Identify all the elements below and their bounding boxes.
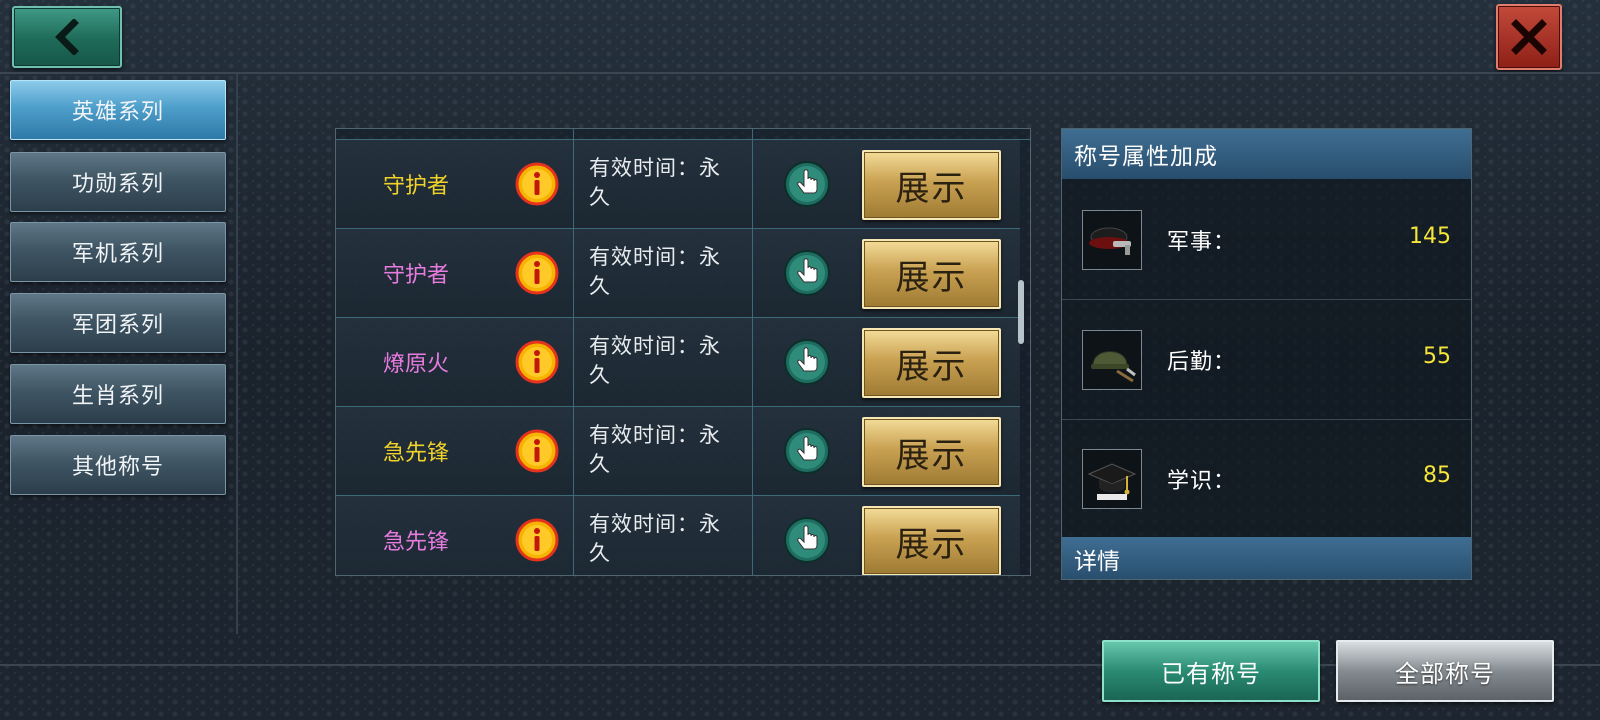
show-button[interactable]: 展示 bbox=[862, 417, 1001, 487]
attribute-row-military: 军事： 145 bbox=[1062, 180, 1471, 300]
sidebar-item-label: 功勋系列 bbox=[71, 172, 164, 197]
title-name: 守护者 bbox=[382, 263, 449, 288]
attribute-value: 145 bbox=[1409, 224, 1451, 249]
title-list[interactable]: 守护者 有效时间：永久 展示 守护者 有效时间：永久 展示 燎原火 有效时间：永… bbox=[335, 128, 1031, 576]
list-scrollbar[interactable] bbox=[1018, 280, 1024, 344]
pointer-hand-button[interactable] bbox=[783, 516, 831, 564]
info-icon[interactable] bbox=[514, 250, 560, 296]
sidebar-item-label: 军团系列 bbox=[71, 313, 164, 338]
show-button[interactable]: 展示 bbox=[862, 239, 1001, 309]
sidebar-item-label: 其他称号 bbox=[71, 455, 164, 480]
sidebar-item-merit-series[interactable]: 功勋系列 bbox=[10, 152, 226, 212]
attribute-row-logistics: 后勤： 55 bbox=[1062, 300, 1471, 420]
validity-text: 有效时间：永久 bbox=[589, 245, 721, 298]
pointer-hand-button[interactable] bbox=[783, 160, 831, 208]
attribute-label: 学识： bbox=[1167, 469, 1237, 494]
title-row: 燎原火 有效时间：永久 展示 bbox=[336, 318, 1020, 407]
attribute-label: 军事： bbox=[1167, 230, 1237, 255]
info-icon[interactable] bbox=[514, 161, 560, 207]
attribute-value: 85 bbox=[1423, 463, 1451, 488]
close-button[interactable] bbox=[1496, 4, 1562, 70]
sidebar-item-label: 军机系列 bbox=[71, 242, 164, 267]
attribute-value: 55 bbox=[1423, 344, 1451, 369]
show-button[interactable]: 展示 bbox=[862, 506, 1001, 575]
info-icon[interactable] bbox=[514, 339, 560, 385]
sidebar-item-aircraft-series[interactable]: 军机系列 bbox=[10, 222, 226, 282]
sidebar-item-label: 英雄系列 bbox=[71, 100, 164, 125]
validity-text: 有效时间：永久 bbox=[589, 423, 721, 476]
sidebar-item-hero-series[interactable]: 英雄系列 bbox=[10, 80, 226, 140]
attribute-panel-title: 称号属性加成 bbox=[1062, 129, 1471, 179]
title-name: 急先锋 bbox=[382, 530, 449, 555]
attribute-label: 后勤： bbox=[1167, 350, 1237, 375]
validity-text: 有效时间：永久 bbox=[589, 334, 721, 387]
info-icon[interactable] bbox=[514, 428, 560, 474]
sidebar-item-zodiac-series[interactable]: 生肖系列 bbox=[10, 364, 226, 424]
title-row: 急先锋 有效时间：永久 展示 bbox=[336, 496, 1020, 575]
info-icon[interactable] bbox=[514, 517, 560, 563]
close-icon bbox=[1511, 19, 1547, 55]
all-titles-button[interactable]: 全部称号 bbox=[1336, 640, 1554, 702]
graduation-cap-icon bbox=[1082, 449, 1142, 509]
title-name: 燎原火 bbox=[382, 352, 449, 377]
attribute-row-knowledge: 学识： 85 bbox=[1062, 419, 1471, 539]
title-row: 守护者 有效时间：永久 展示 bbox=[336, 140, 1020, 229]
sidebar-item-label: 生肖系列 bbox=[71, 384, 164, 409]
title-name: 守护者 bbox=[382, 174, 449, 199]
sidebar-item-other-titles[interactable]: 其他称号 bbox=[10, 435, 226, 495]
details-header: 详情 bbox=[1062, 537, 1471, 579]
validity-text: 有效时间：永久 bbox=[589, 156, 721, 209]
show-button[interactable]: 展示 bbox=[862, 328, 1001, 398]
title-row: 守护者 有效时间：永久 展示 bbox=[336, 229, 1020, 318]
title-name: 急先锋 bbox=[382, 441, 449, 466]
military-hat-icon bbox=[1082, 210, 1142, 270]
pointer-hand-button[interactable] bbox=[783, 249, 831, 297]
owned-titles-button[interactable]: 已有称号 bbox=[1102, 640, 1320, 702]
back-button[interactable] bbox=[12, 6, 122, 68]
sidebar-item-legion-series[interactable]: 军团系列 bbox=[10, 293, 226, 353]
validity-text: 有效时间：永久 bbox=[589, 512, 721, 565]
pointer-hand-button[interactable] bbox=[783, 338, 831, 386]
helmet-pickaxe-icon bbox=[1082, 330, 1142, 390]
title-row: 急先锋 有效时间：永久 展示 bbox=[336, 407, 1020, 496]
chevron-left-icon bbox=[55, 19, 79, 55]
show-button[interactable]: 展示 bbox=[862, 150, 1001, 220]
pointer-hand-button[interactable] bbox=[783, 427, 831, 475]
list-top-strip bbox=[336, 129, 1030, 140]
attribute-panel: 称号属性加成 军事： 145 后勤： 55 学识： 85 详情 bbox=[1061, 128, 1472, 580]
